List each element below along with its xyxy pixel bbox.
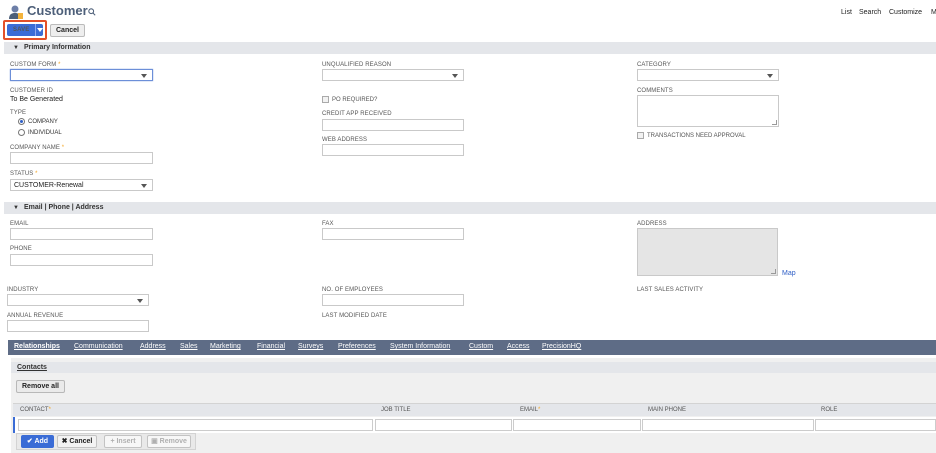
column-role: ROLE	[821, 407, 838, 413]
annual-revenue-input[interactable]	[7, 320, 149, 332]
address-textarea[interactable]	[637, 228, 778, 276]
save-button-highlight: Save	[3, 20, 47, 40]
email-cell-input[interactable]	[513, 419, 641, 431]
type-individual-radio[interactable]: INDIVIDUAL	[18, 129, 62, 136]
primary-information-header[interactable]: ▼ Primary Information	[4, 42, 936, 54]
search-icon[interactable]	[88, 8, 96, 16]
tab-preferences[interactable]: Preferences	[338, 343, 376, 350]
contacts-grid-header: CONTACT* JOB TITLE EMAIL* MAIN PHONE ROL…	[13, 403, 936, 416]
industry-select[interactable]	[7, 294, 149, 306]
tab-communication[interactable]: Communication	[74, 343, 123, 350]
tab-access[interactable]: Access	[507, 343, 530, 350]
tab-marketing[interactable]: Marketing	[210, 343, 241, 350]
customer-id-value: To Be Generated	[10, 96, 63, 103]
subtab-bar: Relationships Communication Address Sale…	[8, 340, 936, 355]
more-link[interactable]: M	[931, 9, 936, 16]
save-button[interactable]: Save	[7, 24, 43, 36]
radio-icon	[18, 129, 25, 136]
address-label: ADDRESS	[637, 221, 667, 227]
table-row	[13, 417, 936, 433]
checkbox-icon	[637, 132, 644, 139]
customer-icon	[9, 5, 23, 19]
type-label: TYPE	[10, 110, 27, 116]
status-label: STATUS *	[10, 171, 38, 177]
custom-form-select[interactable]	[10, 69, 153, 81]
tab-address[interactable]: Address	[140, 343, 166, 350]
remove-all-button[interactable]: Remove all	[16, 380, 65, 393]
tab-financial[interactable]: Financial	[257, 343, 285, 350]
email-input[interactable]	[10, 228, 153, 240]
unqualified-reason-label: UNQUALIFIED REASON	[322, 62, 392, 68]
section-title: Email | Phone | Address	[23, 204, 104, 211]
main-phone-cell-input[interactable]	[642, 419, 814, 431]
unqualified-reason-select[interactable]	[322, 69, 464, 81]
customize-link[interactable]: Customize	[889, 9, 922, 16]
employees-input[interactable]	[322, 294, 464, 306]
company-name-input[interactable]	[10, 152, 153, 164]
email-label: EMAIL	[10, 221, 29, 227]
po-required-checkbox[interactable]: PO REQUIRED?	[322, 96, 377, 103]
comments-label: COMMENTS	[637, 88, 673, 94]
category-select[interactable]	[637, 69, 779, 81]
column-main-phone: MAIN PHONE	[648, 407, 687, 413]
type-company-radio[interactable]: COMPANY	[18, 118, 58, 125]
status-select[interactable]: CUSTOMER-Renewal	[10, 179, 153, 191]
web-address-label: WEB ADDRESS	[322, 137, 368, 143]
tab-sales[interactable]: Sales	[180, 343, 198, 350]
customer-id-label: CUSTOMER ID	[10, 88, 53, 94]
credit-app-input[interactable]	[322, 119, 464, 131]
fax-label: FAX	[322, 221, 334, 227]
custom-form-label: CUSTOM FORM *	[10, 62, 61, 68]
employees-label: NO. OF EMPLOYEES	[322, 287, 383, 293]
checkbox-icon	[322, 96, 329, 103]
chevron-down-icon: ▼	[13, 205, 19, 211]
add-row-button[interactable]: ✔ Add	[21, 435, 54, 448]
tab-surveys[interactable]: Surveys	[298, 343, 323, 350]
column-job-title: JOB TITLE	[381, 407, 411, 413]
column-email: EMAIL*	[520, 407, 541, 413]
resize-handle-icon[interactable]	[771, 269, 776, 274]
insert-row-button[interactable]: + Insert	[104, 435, 142, 448]
phone-input[interactable]	[10, 254, 153, 266]
chevron-down-icon: ▼	[13, 45, 19, 51]
trash-icon: ▣	[151, 438, 160, 445]
radio-selected-icon	[18, 118, 25, 125]
web-address-input[interactable]	[322, 144, 464, 156]
page-title: Customer	[27, 3, 88, 18]
cancel-button[interactable]: Cancel	[50, 24, 85, 37]
section-title: Primary Information	[23, 44, 91, 51]
tab-system-information[interactable]: System Information	[390, 343, 450, 350]
company-name-label: COMPANY NAME *	[10, 145, 65, 151]
resize-handle-icon[interactable]	[772, 120, 777, 125]
annual-revenue-label: ANNUAL REVENUE	[7, 313, 64, 319]
cancel-row-button[interactable]: ✖ Cancel	[57, 435, 97, 448]
map-link[interactable]: Map	[782, 270, 796, 277]
email-phone-address-header[interactable]: ▼ Email | Phone | Address	[4, 202, 936, 214]
industry-label: INDUSTRY	[7, 287, 39, 293]
fax-input[interactable]	[322, 228, 464, 240]
save-button-label: Save	[13, 27, 30, 33]
role-cell-input[interactable]	[815, 419, 936, 431]
contacts-subtab[interactable]: Contacts	[11, 362, 936, 373]
phone-label: PHONE	[10, 246, 32, 252]
tab-precisionhq[interactable]: PrecisionHQ	[542, 343, 581, 350]
column-contact: CONTACT*	[20, 407, 51, 413]
transactions-approval-checkbox[interactable]: TRANSACTIONS NEED APPROVAL	[637, 132, 746, 139]
credit-app-label: CREDIT APP RECEIVED	[322, 111, 392, 117]
tab-custom[interactable]: Custom	[469, 343, 493, 350]
list-link[interactable]: List	[841, 9, 852, 16]
comments-textarea[interactable]	[637, 95, 779, 127]
status-value: CUSTOMER-Renewal	[14, 182, 84, 189]
contact-cell-input[interactable]	[18, 419, 373, 431]
last-modified-label: LAST MODIFIED DATE	[322, 313, 387, 319]
save-dropdown-chevron-icon[interactable]	[35, 24, 43, 36]
job-title-cell-input[interactable]	[375, 419, 512, 431]
remove-row-button[interactable]: ▣ Remove	[147, 435, 191, 448]
last-sales-label: LAST SALES ACTIVITY	[637, 287, 704, 293]
search-link[interactable]: Search	[859, 9, 881, 16]
tab-relationships[interactable]: Relationships	[14, 343, 60, 350]
category-label: CATEGORY	[637, 62, 671, 68]
